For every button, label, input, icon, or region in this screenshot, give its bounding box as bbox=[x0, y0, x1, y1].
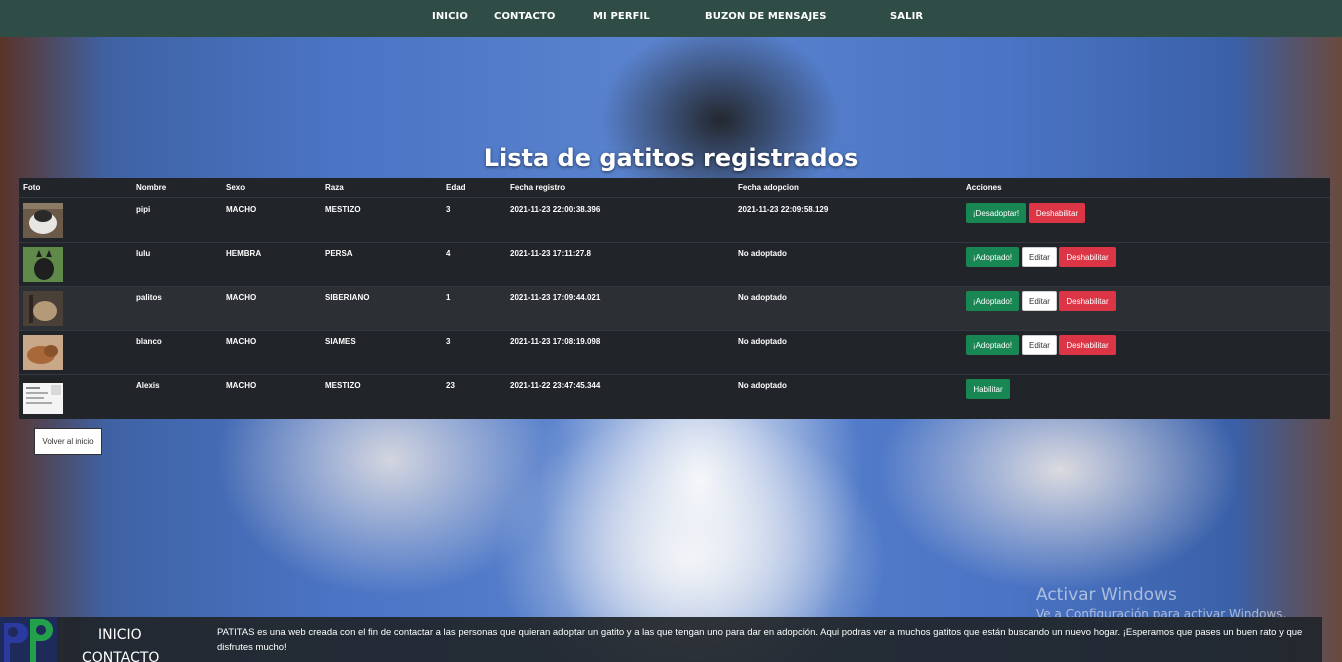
editar-button[interactable]: Editar bbox=[1022, 247, 1057, 267]
cat-register-date: 2021-11-22 23:47:45.344 bbox=[510, 381, 601, 390]
cat-photo bbox=[23, 379, 63, 414]
footer: INICIO CONTACTO PATITAS es una web cread… bbox=[0, 617, 1322, 662]
page-title: Lista de gatitos registrados bbox=[483, 144, 859, 172]
cat-register-date: 2021-11-23 22:00:38.396 bbox=[510, 205, 601, 214]
cat-sex: MACHO bbox=[226, 337, 257, 346]
header-acciones: Acciones bbox=[966, 183, 1002, 192]
cat-breed: SIAMES bbox=[325, 337, 356, 346]
deshabilitar-button[interactable]: Deshabilitar bbox=[1029, 203, 1085, 223]
header-sexo: Sexo bbox=[226, 183, 246, 192]
table-row: pipi MACHO MESTIZO 3 2021-11-23 22:00:38… bbox=[19, 199, 1330, 243]
adoptado-button[interactable]: ¡Adoptado! bbox=[966, 291, 1019, 311]
cat-register-date: 2021-11-23 17:08:19.098 bbox=[510, 337, 601, 346]
cat-photo bbox=[23, 335, 63, 370]
cat-age: 3 bbox=[446, 205, 451, 214]
cat-register-date: 2021-11-23 17:11:27.8 bbox=[510, 249, 591, 258]
cat-photo bbox=[23, 203, 63, 238]
cat-age: 3 bbox=[446, 337, 451, 346]
nav-buzon-mensajes[interactable]: BUZON DE MENSAJES bbox=[705, 11, 827, 22]
cat-name: lulu bbox=[136, 249, 151, 258]
cat-adoption-date: No adoptado bbox=[738, 381, 787, 390]
deshabilitar-button[interactable]: Deshabilitar bbox=[1059, 291, 1116, 311]
header-foto: Foto bbox=[23, 183, 41, 192]
cat-sex: HEMBRA bbox=[226, 249, 262, 258]
desadoptar-button[interactable]: ¡Desadoptar! bbox=[966, 203, 1026, 223]
cat-adoption-date: No adoptado bbox=[738, 337, 787, 346]
table-row: palitos MACHO SIBERIANO 1 2021-11-23 17:… bbox=[19, 287, 1330, 331]
cats-table: Foto Nombre Sexo Raza Edad Fecha registr… bbox=[19, 178, 1330, 419]
editar-button[interactable]: Editar bbox=[1022, 335, 1057, 355]
cat-adoption-date: 2021-11-23 22:09:58.129 bbox=[738, 205, 829, 214]
cat-breed: MESTIZO bbox=[325, 205, 361, 214]
cat-adoption-date: No adoptado bbox=[738, 293, 787, 302]
patitas-logo bbox=[0, 617, 57, 662]
cat-name: palitos bbox=[136, 293, 162, 302]
cat-sex: MACHO bbox=[226, 293, 257, 302]
cat-photo bbox=[23, 291, 63, 326]
header-raza: Raza bbox=[325, 183, 344, 192]
cat-breed: SIBERIANO bbox=[325, 293, 370, 302]
cat-breed: PERSA bbox=[325, 249, 353, 258]
header-fecha-adopcion: Fecha adopcion bbox=[738, 183, 799, 192]
footer-description: PATITAS es una web creada con el fin de … bbox=[217, 627, 1303, 653]
table-row: blanco MACHO SIAMES 3 2021-11-23 17:08:1… bbox=[19, 331, 1330, 375]
habilitar-button[interactable]: Habilitar bbox=[966, 379, 1010, 399]
adoptado-button[interactable]: ¡Adoptado! bbox=[966, 247, 1019, 267]
footer-link-contacto[interactable]: CONTACTO bbox=[82, 650, 159, 662]
nav-contacto[interactable]: CONTACTO bbox=[494, 11, 555, 22]
cat-age: 23 bbox=[446, 381, 455, 390]
table-row: lulu HEMBRA PERSA 4 2021-11-23 17:11:27.… bbox=[19, 243, 1330, 287]
windows-activation-watermark: Activar Windows Ve a Configuración para … bbox=[1036, 585, 1286, 621]
footer-link-inicio[interactable]: INICIO bbox=[98, 627, 142, 643]
adoptado-button[interactable]: ¡Adoptado! bbox=[966, 335, 1019, 355]
header-edad: Edad bbox=[446, 183, 466, 192]
cat-register-date: 2021-11-23 17:09:44.021 bbox=[510, 293, 601, 302]
cat-name: blanco bbox=[136, 337, 162, 346]
cat-sex: MACHO bbox=[226, 381, 257, 390]
nav-salir[interactable]: SALIR bbox=[890, 11, 923, 22]
header-fecha-registro: Fecha registro bbox=[510, 183, 566, 192]
table-row: Alexis MACHO MESTIZO 23 2021-11-22 23:47… bbox=[19, 375, 1330, 419]
deshabilitar-button[interactable]: Deshabilitar bbox=[1059, 247, 1116, 267]
header-nombre: Nombre bbox=[136, 183, 167, 192]
cat-age: 1 bbox=[446, 293, 451, 302]
cat-sex: MACHO bbox=[226, 205, 257, 214]
cat-adoption-date: No adoptado bbox=[738, 249, 787, 258]
nav-mi-perfil[interactable]: MI PERFIL bbox=[593, 11, 650, 22]
cat-breed: MESTIZO bbox=[325, 381, 361, 390]
cat-name: Alexis bbox=[136, 381, 160, 390]
cat-name: pipi bbox=[136, 205, 151, 214]
watermark-title: Activar Windows bbox=[1036, 585, 1177, 605]
nav-inicio[interactable]: INICIO bbox=[432, 11, 468, 22]
deshabilitar-button[interactable]: Deshabilitar bbox=[1059, 335, 1116, 355]
back-to-home-button[interactable]: Volver al inicio bbox=[34, 428, 102, 455]
cat-photo bbox=[23, 247, 63, 282]
table-header: Foto Nombre Sexo Raza Edad Fecha registr… bbox=[19, 178, 1330, 198]
cat-age: 4 bbox=[446, 249, 451, 258]
top-navbar: INICIO CONTACTO MI PERFIL BUZON DE MENSA… bbox=[0, 0, 1342, 37]
editar-button[interactable]: Editar bbox=[1022, 291, 1057, 311]
